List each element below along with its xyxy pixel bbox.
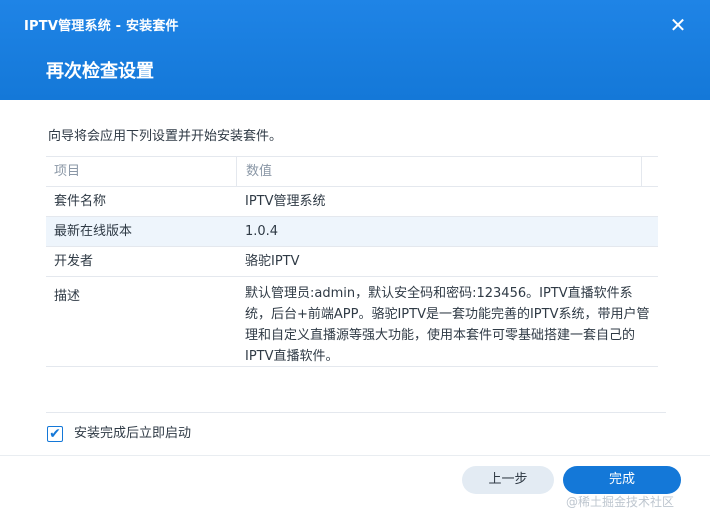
back-button[interactable]: 上一步 — [462, 466, 554, 494]
dialog-header: IPTV管理系统 - 安装套件 ✕ 再次检查设置 — [0, 0, 710, 100]
watermark-text: @稀土掘金技术社区 — [566, 495, 675, 509]
row-value-description: 默认管理员:admin，默认安全码和密码:123456。IPTV直播软件系统，后… — [245, 286, 650, 364]
footer-divider — [0, 455, 710, 456]
row-label: 最新在线版本 — [54, 224, 133, 239]
auto-start-label[interactable]: 安装完成后立即启动 — [74, 426, 191, 442]
window-title: IPTV管理系统 - 安装套件 — [24, 19, 179, 34]
auto-start-checkbox[interactable]: ✔ — [47, 426, 63, 442]
row-label: 描述 — [54, 289, 81, 304]
table-row: 套件名称 IPTV管理系统 — [46, 187, 658, 217]
row-value: 骆驼IPTV — [245, 254, 300, 269]
table-row: 描述 默认管理员:admin，默认安全码和密码:123456。IPTV直播软件系… — [46, 277, 658, 367]
settings-table: 项目 数值 套件名称 IPTV管理系统 最新在线版本 1.0.4 开发者 骆驼I… — [46, 156, 658, 367]
intro-text: 向导将会应用下列设置并开始安装套件。 — [48, 129, 283, 144]
page-title: 再次检查设置 — [46, 61, 154, 82]
table-header-row: 项目 数值 — [46, 157, 658, 187]
column-header-value: 数值 — [236, 157, 642, 186]
row-value: IPTV管理系统 — [245, 194, 326, 209]
row-label: 套件名称 — [54, 194, 107, 209]
column-header-item: 项目 — [54, 164, 81, 179]
finish-button[interactable]: 完成 — [563, 466, 681, 494]
row-label: 开发者 — [54, 254, 94, 269]
row-value: 1.0.4 — [245, 224, 279, 239]
close-icon[interactable]: ✕ — [666, 13, 690, 37]
table-row: 最新在线版本 1.0.4 — [46, 217, 658, 247]
divider — [46, 412, 666, 413]
table-row: 开发者 骆驼IPTV — [46, 247, 658, 277]
